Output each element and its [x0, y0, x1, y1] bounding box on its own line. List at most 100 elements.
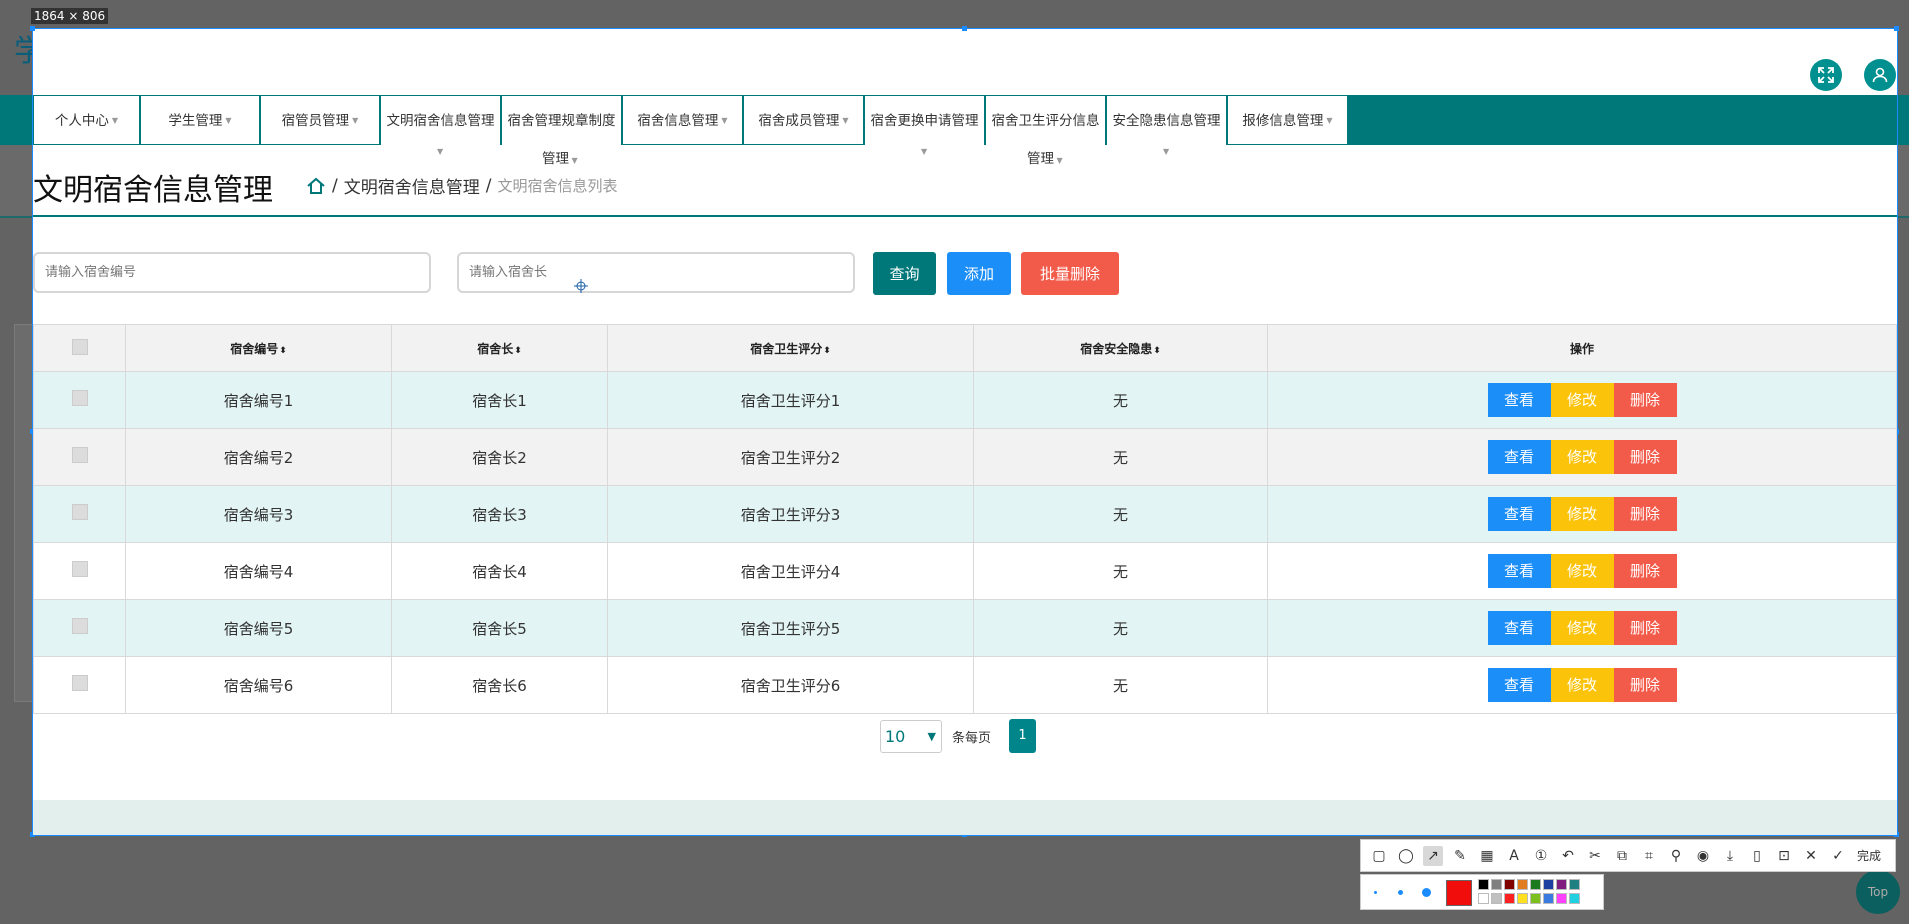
pin-icon[interactable]: ⚲ [1666, 846, 1686, 866]
nav-item-personal[interactable]: 个人中心 ▼ [33, 95, 140, 145]
edit-button[interactable]: 修改 [1550, 497, 1614, 531]
actions-cell: 查看 修改 删除 [1267, 599, 1897, 657]
color-swatch[interactable] [1569, 893, 1580, 904]
delete-button[interactable]: 删除 [1613, 383, 1677, 417]
color-swatch[interactable] [1517, 879, 1528, 890]
view-button[interactable]: 查看 [1487, 611, 1551, 645]
nav-item-repairs[interactable]: 报修信息管理 ▼ [1227, 95, 1348, 145]
color-swatch[interactable] [1543, 893, 1554, 904]
color-swatch[interactable] [1543, 879, 1554, 890]
color-swatch[interactable] [1517, 893, 1528, 904]
sort-icon[interactable]: ⬍ [823, 346, 831, 356]
delete-button[interactable]: 删除 [1613, 440, 1677, 474]
resize-handle-tl[interactable] [30, 26, 35, 31]
arrow-icon[interactable]: ↗ [1423, 845, 1443, 866]
size-large-option[interactable] [1422, 888, 1431, 897]
size-small-option[interactable] [1374, 891, 1377, 894]
sort-icon[interactable]: ⬍ [1153, 346, 1161, 356]
edit-button[interactable]: 修改 [1550, 383, 1614, 417]
translate-icon[interactable]: ⧉ [1612, 846, 1632, 866]
nav-sub-label-rules: 管理 ▼ [542, 151, 578, 167]
nav-item-dorm-members[interactable]: 宿舍成员管理 ▼ [743, 95, 864, 145]
ellipse-icon[interactable]: ◯ [1396, 846, 1416, 866]
home-icon[interactable] [306, 176, 326, 196]
table-row: 宿舍编号5 宿舍长5 宿舍卫生评分5 无 查看 修改 删除 [33, 599, 1897, 657]
text-icon[interactable]: A [1504, 846, 1524, 866]
nav-item-dorm-info[interactable]: 宿舍信息管理 ▼ [622, 95, 743, 145]
nav-item-students[interactable]: 学生管理 ▼ [140, 95, 260, 145]
column-header-score[interactable]: 宿舍卫生评分⬍ [607, 324, 974, 372]
delete-button[interactable]: 删除 [1613, 497, 1677, 531]
select-all-checkbox[interactable] [71, 338, 88, 355]
row-checkbox[interactable] [71, 447, 88, 463]
done-button[interactable]: 完成 [1857, 847, 1881, 864]
color-swatch[interactable] [1478, 879, 1489, 890]
bookmark-icon[interactable]: ⊡ [1774, 846, 1794, 866]
color-swatch[interactable] [1530, 893, 1541, 904]
sort-icon[interactable]: ⬍ [514, 346, 522, 356]
chevron-down-icon: ▼ [437, 147, 444, 156]
color-swatch[interactable] [1478, 893, 1489, 904]
select-all-cell [33, 324, 126, 372]
fullscreen-button[interactable] [1810, 59, 1842, 91]
color-swatch[interactable] [1504, 879, 1515, 890]
back-to-top-button[interactable]: Top [1856, 870, 1900, 914]
column-header-leader[interactable]: 宿舍长⬍ [391, 324, 608, 372]
query-button[interactable]: 查询 [873, 252, 936, 295]
row-checkbox[interactable] [71, 675, 88, 691]
nav-item-dorm-admins[interactable]: 宿管员管理 ▼ [260, 95, 380, 145]
color-swatch[interactable] [1530, 879, 1541, 890]
row-checkbox[interactable] [71, 618, 88, 634]
edit-button[interactable]: 修改 [1550, 611, 1614, 645]
resize-handle-tr[interactable] [1894, 26, 1899, 31]
delete-button[interactable]: 删除 [1613, 668, 1677, 702]
view-button[interactable]: 查看 [1487, 554, 1551, 588]
color-swatch[interactable] [1491, 893, 1502, 904]
view-button[interactable]: 查看 [1487, 383, 1551, 417]
breadcrumb-current[interactable]: 文明宿舍信息管理 [344, 173, 480, 198]
table-row: 宿舍编号2 宿舍长2 宿舍卫生评分2 无 查看 修改 删除 [33, 428, 1897, 486]
color-swatch[interactable] [1491, 879, 1502, 890]
check-icon[interactable]: ✓ [1828, 846, 1848, 866]
download-icon[interactable]: ⤓ [1720, 846, 1740, 866]
edit-button[interactable]: 修改 [1550, 668, 1614, 702]
size-medium-option[interactable] [1398, 890, 1403, 895]
view-button[interactable]: 查看 [1487, 497, 1551, 531]
delete-button[interactable]: 删除 [1613, 554, 1677, 588]
color-swatch[interactable] [1569, 879, 1580, 890]
page-size-select[interactable]: 10 ▼ [880, 720, 942, 753]
number-icon[interactable]: ① [1531, 846, 1551, 866]
view-button[interactable]: 查看 [1487, 440, 1551, 474]
record-icon[interactable]: ◉ [1693, 846, 1713, 866]
rectangle-icon[interactable]: ▢ [1369, 846, 1389, 866]
row-checkbox[interactable] [71, 390, 88, 406]
color-swatch[interactable] [1556, 879, 1567, 890]
view-button[interactable]: 查看 [1487, 668, 1551, 702]
dorm-leader-search-input[interactable] [457, 252, 855, 293]
column-header-room[interactable]: 宿舍编号⬍ [125, 324, 392, 372]
edit-button[interactable]: 修改 [1550, 554, 1614, 588]
scissors-icon[interactable]: ✂ [1585, 846, 1605, 866]
pen-icon[interactable]: ✎ [1450, 846, 1470, 866]
close-icon[interactable]: ✕ [1801, 846, 1821, 866]
row-checkbox[interactable] [71, 561, 88, 577]
scan-icon[interactable]: ⌗ [1639, 846, 1659, 866]
sort-icon[interactable]: ⬍ [279, 346, 287, 356]
delete-button[interactable]: 删除 [1613, 611, 1677, 645]
room-number-search-input[interactable] [33, 252, 431, 293]
chevron-down-icon: ▼ [921, 147, 928, 156]
column-header-hazard[interactable]: 宿舍安全隐患⬍ [973, 324, 1268, 372]
save-icon[interactable]: ▯ [1747, 846, 1767, 866]
undo-icon[interactable]: ↶ [1558, 846, 1578, 866]
page-number-button[interactable]: 1 [1009, 719, 1036, 753]
mosaic-icon[interactable]: ▦ [1477, 846, 1497, 866]
color-swatch[interactable] [1504, 893, 1515, 904]
color-swatch[interactable] [1556, 893, 1567, 904]
resize-handle-top[interactable] [962, 26, 967, 31]
row-checkbox[interactable] [71, 504, 88, 520]
batch-delete-button[interactable]: 批量删除 [1021, 252, 1119, 295]
edit-button[interactable]: 修改 [1550, 440, 1614, 474]
user-menu-button[interactable] [1864, 59, 1896, 91]
add-button[interactable]: 添加 [947, 252, 1011, 295]
user-icon [1872, 67, 1888, 83]
